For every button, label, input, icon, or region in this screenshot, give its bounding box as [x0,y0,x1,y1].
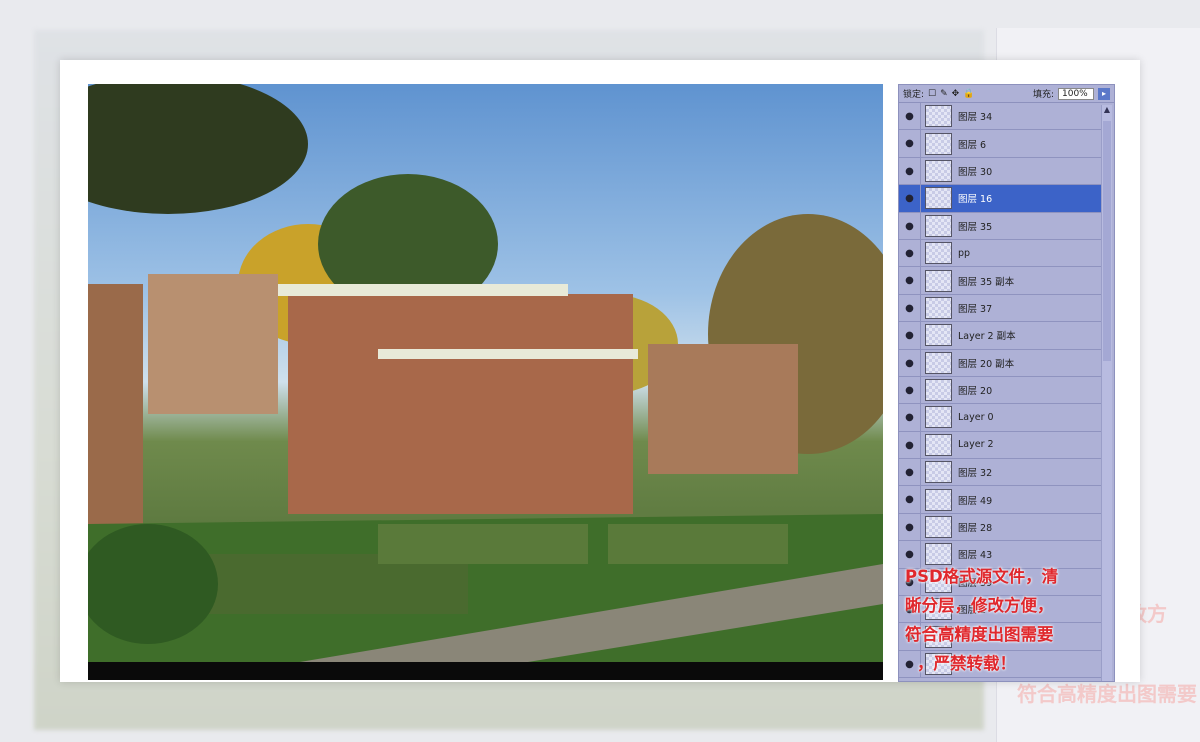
visibility-eye-icon[interactable]: ● [899,459,921,486]
visibility-eye-icon[interactable]: ● [899,130,921,157]
layer-name: 图层 43 [958,550,993,562]
layer-thumbnail [925,132,952,155]
layer-thumbnail [925,351,952,374]
layer-thumbnail [925,324,952,347]
scrollbar-thumb[interactable] [1103,121,1111,361]
layer-row[interactable]: ● 图层 35 [899,212,1101,240]
villa-rendering-image [88,84,883,680]
layer-row[interactable]: ● 图层 35 副本 [899,267,1101,295]
layer-row[interactable]: ● 图层 30 [899,157,1101,186]
layer-thumbnail [925,296,952,319]
notice-line: PSD格式源文件，清 [905,567,1059,586]
visibility-eye-icon[interactable]: ● [899,103,921,130]
layer-name: Layer 2 [958,439,994,451]
roof [378,349,638,359]
fill-arrow-icon[interactable]: ▸ [1098,87,1110,100]
layer-row[interactable]: ● 图层 34 [899,103,1101,131]
layer-row[interactable]: ● Layer 2 副本 [899,322,1101,350]
layer-thumbnail [925,488,952,511]
layer-thumbnail [925,269,952,292]
roof [278,284,568,296]
visibility-eye-icon[interactable]: ● [899,212,921,239]
notice-line: ，严禁转载！ [917,654,1016,673]
layer-name: 图层 49 [958,495,993,507]
layer-thumbnail [925,406,952,429]
ghost-text: 符合高精度出图需要 [1017,682,1197,706]
layer-name: 图层 20 副本 [958,358,1015,370]
lock-all-icon[interactable]: 🔒 [963,89,974,99]
visibility-eye-icon[interactable]: ● [899,267,921,294]
layer-name: 图层 32 [958,468,993,480]
layer-name: 图层 30 [958,166,993,178]
notice-line: 晰分层，修改方便， [905,596,1054,615]
layer-row[interactable]: ● Layer 2 [899,431,1101,460]
visibility-eye-icon[interactable]: ● [899,294,921,322]
lock-transparent-icon[interactable]: ☐ [928,89,936,99]
tree [88,84,308,214]
layer-name: 图层 20 [958,386,993,398]
layer-name: 图层 35 [958,221,993,233]
layer-thumbnail [925,242,952,265]
building-right [648,344,798,474]
layer-thumbnail [925,433,952,456]
visibility-eye-icon[interactable]: ● [899,185,921,212]
visibility-eye-icon[interactable]: ● [899,157,921,185]
copyright-notice: PSD格式源文件，清 晰分层，修改方便， 符合高精度出图需要 ，严禁转载！ [905,562,1105,678]
visibility-eye-icon[interactable]: ● [899,322,921,349]
hedge [378,524,588,564]
layer-row[interactable]: ● 图层 16 [899,185,1101,213]
layer-thumbnail [925,159,952,182]
layer-row[interactable]: ● 图层 37 [899,294,1101,323]
layer-name: 图层 35 副本 [958,276,1015,288]
layer-thumbnail [925,214,952,237]
lock-label: 锁定: [903,90,925,100]
building-left [88,284,143,534]
layer-name: 图层 16 [958,194,993,206]
fill-input[interactable]: 100% [1058,87,1094,100]
visibility-eye-icon[interactable]: ● [899,513,921,541]
notice-line: 符合高精度出图需要 [905,625,1054,644]
layer-thumbnail [925,187,952,210]
layer-row[interactable]: ● 图层 49 [899,486,1101,514]
scroll-up-icon[interactable]: ▲ [1102,105,1112,114]
layer-name: 图层 6 [958,139,987,151]
villa-scene [88,84,883,680]
lock-bar: 锁定: ☐ ✎ ✥ 🔒 填充: 100% ▸ [899,85,1114,103]
visibility-eye-icon[interactable]: ● [899,239,921,267]
layer-thumbnail [925,105,952,128]
layer-name: pp [958,247,971,259]
layer-row[interactable]: ● pp [899,239,1101,268]
layer-row[interactable]: ● 图层 20 [899,376,1101,405]
lock-move-icon[interactable]: ✥ [952,89,960,99]
building-main [288,294,633,514]
visibility-eye-icon[interactable]: ● [899,404,921,431]
layer-name: 图层 28 [958,523,993,535]
layer-name: Layer 0 [958,411,994,423]
layer-thumbnail [925,379,952,402]
fill-label: 填充: [1032,90,1054,100]
layer-row[interactable]: ● 图层 28 [899,513,1101,542]
lock-brush-icon[interactable]: ✎ [940,89,948,99]
layer-row[interactable]: ● 图层 32 [899,459,1101,487]
visibility-eye-icon[interactable]: ● [899,431,921,459]
layer-thumbnail [925,516,952,539]
building-back [148,274,278,414]
layer-row[interactable]: ● Layer 0 [899,404,1101,432]
bottom-bar [88,662,883,680]
hedge [608,524,788,564]
layer-thumbnail [925,461,952,484]
layer-name: 图层 34 [958,112,993,124]
layer-name: 图层 37 [958,303,993,315]
visibility-eye-icon[interactable]: ● [899,376,921,404]
layer-name: Layer 2 副本 [958,331,1016,343]
layer-row[interactable]: ● 图层 20 副本 [899,349,1101,377]
visibility-eye-icon[interactable]: ● [899,349,921,376]
visibility-eye-icon[interactable]: ● [899,486,921,513]
layer-row[interactable]: ● 图层 6 [899,130,1101,158]
